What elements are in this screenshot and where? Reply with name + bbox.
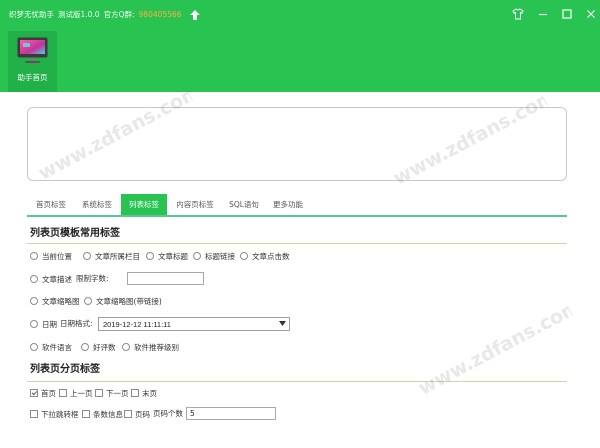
radio-button[interactable]	[193, 252, 201, 260]
checkbox-prev-page[interactable]: 上一页	[59, 387, 93, 399]
option-rating-count[interactable]: 好评数	[81, 341, 116, 353]
checkbox-label: 条数信息	[93, 409, 123, 419]
radio-label: 软件语言	[42, 342, 72, 352]
option-software-language[interactable]: 软件语言	[30, 341, 72, 353]
checkbox-jump-dropdown[interactable]: 下拉跳转框	[30, 408, 79, 420]
radio-label: 当前位置	[42, 251, 72, 261]
radio-label: 软件推荐级别	[134, 342, 179, 352]
qq-group-number-link[interactable]: 980405566	[139, 9, 182, 21]
section-divider	[27, 381, 567, 382]
title-bar: 织梦无忧助手 测试版1.0.0 官方Q群: 980405566	[9, 9, 204, 21]
radio-button[interactable]	[240, 252, 248, 260]
option-date[interactable]: 日期	[30, 318, 57, 330]
maximize-button[interactable]	[561, 8, 573, 20]
checkbox[interactable]	[131, 389, 139, 397]
radio-button[interactable]	[122, 343, 130, 351]
radio-button[interactable]	[83, 252, 91, 260]
radio-label: 好评数	[93, 342, 116, 352]
option-article-thumbnail[interactable]: 文章缩略图	[30, 295, 80, 307]
date-format-value: 2019-12-12 11:11:11	[103, 319, 171, 329]
page-count-input[interactable]	[186, 407, 276, 420]
minimize-button[interactable]	[537, 8, 549, 20]
minimize-icon	[539, 13, 547, 16]
app-version: 测试版1.0.0	[58, 10, 100, 19]
option-article-clicks[interactable]: 文章点击数	[240, 250, 290, 262]
app-title: 织梦无忧助手	[9, 10, 54, 19]
checkbox[interactable]	[82, 410, 90, 418]
radio-label: 文章标题	[158, 251, 188, 261]
checkbox-label: 首页	[41, 388, 56, 398]
radio-button[interactable]	[30, 275, 38, 283]
tab-more-features[interactable]: 更多功能	[267, 194, 309, 216]
skin-button[interactable]	[512, 8, 524, 20]
option-title-link[interactable]: 标题链接	[193, 250, 235, 262]
option-article-category[interactable]: 文章所属栏目	[83, 250, 140, 262]
radio-label: 文章缩略图(带链接)	[96, 296, 162, 306]
checkbox-label: 上一页	[70, 388, 93, 398]
watermark-text: www.zdfans.com	[414, 300, 576, 400]
nav-item-label: 助手首页	[17, 73, 48, 82]
option-article-description[interactable]: 文章描述	[30, 273, 72, 285]
checkbox-label: 下一页	[106, 388, 129, 398]
checkbox-item-count-info[interactable]: 条数信息	[82, 408, 123, 420]
page-count-label: 页码个数	[153, 409, 183, 418]
maximize-icon	[562, 9, 572, 19]
section-heading-list-tags: 列表页模板常用标签	[30, 228, 120, 239]
checkbox-label: 末页	[142, 388, 157, 398]
radio-button[interactable]	[30, 343, 38, 351]
arrow-up-icon[interactable]	[190, 10, 201, 20]
date-format-label: 日期格式:	[60, 319, 93, 328]
checkbox-label: 页码	[135, 409, 150, 419]
checkbox-page-numbers[interactable]: 页码	[124, 408, 150, 420]
radio-button[interactable]	[84, 297, 92, 305]
checkbox[interactable]	[59, 389, 67, 397]
section-divider	[27, 243, 567, 244]
checkbox-last-page[interactable]: 末页	[131, 387, 157, 399]
checkbox[interactable]	[30, 410, 38, 418]
radio-label: 文章点击数	[252, 251, 290, 261]
app-window: 织梦无忧助手 测试版1.0.0 官方Q群: 980405566 助手首页 首页标…	[0, 0, 600, 448]
date-format-select[interactable]: 2019-12-12 11:11:11	[98, 317, 290, 331]
char-limit-input[interactable]	[127, 272, 204, 285]
radio-label: 标题链接	[205, 251, 235, 261]
tab-content-page-tags[interactable]: 内容页标签	[173, 194, 217, 216]
radio-label: 文章缩略图	[42, 296, 80, 306]
radio-label: 日期	[42, 319, 57, 329]
radio-button[interactable]	[30, 252, 38, 260]
checkbox-next-page[interactable]: 下一页	[95, 387, 129, 399]
nav-item-assistant-home[interactable]: 助手首页	[8, 31, 57, 92]
radio-label: 文章描述	[42, 274, 72, 284]
tab-underline	[27, 215, 567, 217]
app-header: 织梦无忧助手 测试版1.0.0 官方Q群: 980405566 助手首页	[0, 0, 600, 92]
option-software-recommend-level[interactable]: 软件推荐级别	[122, 341, 179, 353]
close-icon	[587, 10, 595, 18]
chevron-down-icon	[279, 321, 286, 327]
radio-button[interactable]	[30, 297, 38, 305]
checkbox-label: 下拉跳转框	[41, 409, 79, 419]
section-heading-pagination-tags: 列表页分页标签	[30, 364, 100, 375]
tab-list-tags[interactable]: 列表标签	[121, 194, 167, 216]
close-button[interactable]	[585, 8, 597, 20]
option-article-title[interactable]: 文章标题	[146, 250, 188, 262]
radio-label: 文章所属栏目	[95, 251, 140, 261]
radio-button[interactable]	[30, 320, 38, 328]
radio-button[interactable]	[81, 343, 89, 351]
qq-group-label: 官方Q群:	[103, 10, 135, 19]
output-textarea[interactable]	[27, 107, 567, 181]
char-limit-label: 限制字数:	[76, 274, 109, 283]
tab-sql-statements[interactable]: SQL语句	[224, 194, 264, 216]
shirt-icon	[512, 8, 524, 20]
tab-system-tags[interactable]: 系统标签	[76, 194, 118, 216]
checkbox[interactable]	[124, 410, 132, 418]
option-current-position[interactable]: 当前位置	[30, 250, 72, 262]
tab-home-tags[interactable]: 首页标签	[30, 194, 72, 216]
monitor-icon	[17, 37, 48, 64]
option-article-thumbnail-link[interactable]: 文章缩略图(带链接)	[84, 295, 162, 307]
checkbox[interactable]	[95, 389, 103, 397]
checkbox-first-page[interactable]: 首页	[30, 387, 56, 399]
checkbox[interactable]	[30, 389, 38, 397]
radio-button[interactable]	[146, 252, 154, 260]
